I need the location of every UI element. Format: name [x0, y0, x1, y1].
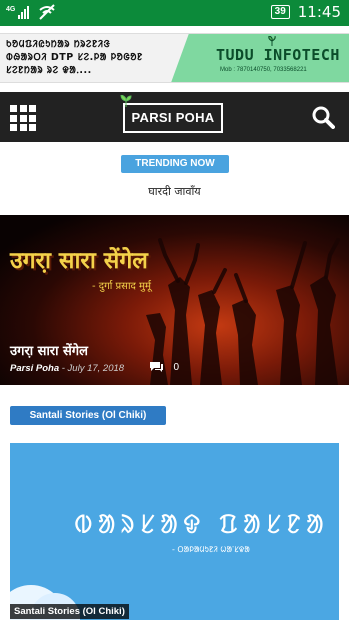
hero-art-title: उगरा़ सारा सेंगेल [10, 248, 148, 274]
trending-headline[interactable]: घारदी जावाँय [0, 184, 349, 199]
comments-count[interactable]: 0 [150, 362, 179, 373]
ad-brand-panel: TUDU INFOTECH Mob : 7870140750, 70335682… [190, 34, 349, 82]
app-logo[interactable]: PARSI POHA [120, 95, 223, 133]
app-bar: PARSI POHA [0, 92, 349, 142]
ad-banner[interactable]: ᱠᱚᱢᱯᱤᱭᱩᱴᱟᱨ ᱴᱨᱮᱱᱤᱝ ᱵᱷᱟᱨᱛᱤ DTP ᱥᱮ.ᱞᱟ ᱞᱚᱜᱚᱱ… [0, 33, 349, 83]
card-art-title: ᱵᱟᱨᱥᱟᱫ ᱯᱟᱥᱱᱟ [74, 510, 329, 540]
menu-grid-icon[interactable] [10, 105, 36, 131]
ad-brand-name: TUDU INFOTECH [216, 46, 340, 64]
status-bar: 4G 39 11:45 [0, 0, 349, 26]
signal-icon: 4G [6, 6, 29, 19]
hero-meta: Parsi Poha - July 17, 2018 [10, 363, 124, 374]
hero-date: - July 17, 2018 [61, 363, 125, 374]
hero-art-author: - दुर्गा प्रसाद मुर्मू [92, 281, 151, 292]
svg-text:4G: 4G [6, 6, 16, 13]
sprout-icon [120, 95, 132, 107]
card-art-author: - ᱛᱟᱞᱟᱢᱩᱱᱤ ᱦᱟᱸᱥᱫᱟ [172, 545, 250, 554]
hero-image [146, 238, 340, 385]
search-icon[interactable] [311, 105, 335, 129]
category-post-card[interactable]: ᱵᱟᱨᱥᱟᱫ ᱯᱟᱥᱱᱟ - ᱛᱟᱞᱟᱢᱩᱱᱤ ᱦᱟᱸᱥᱫᱟ [10, 443, 339, 620]
category-badge[interactable]: Santali Stories (Ol Chiki) [10, 406, 166, 425]
battery-level: 39 [270, 5, 290, 19]
logo-text: PARSI POHA [131, 110, 215, 125]
comment-icon [150, 362, 164, 372]
wifi-off-icon [39, 4, 55, 20]
featured-post[interactable]: उगरा़ सारा सेंगेल - दुर्गा प्रसाद मुर्मू… [0, 215, 349, 385]
leaf-icon [268, 36, 276, 46]
trending-badge: TRENDING NOW [121, 155, 229, 173]
hero-title[interactable]: उगरा़ सारा सेंगेल [10, 341, 88, 359]
card-category-label[interactable]: Santali Stories (Ol Chiki) [10, 604, 129, 619]
ad-text: ᱠᱚᱢᱯᱤᱭᱩᱴᱟᱨ ᱴᱨᱮᱱᱤᱝ ᱵᱷᱟᱨᱛᱤ DTP ᱥᱮ.ᱞᱟ ᱞᱚᱜᱚᱱ… [6, 39, 143, 76]
clock: 11:45 [297, 3, 341, 21]
ad-contact: Mob : 7870140750, 7033568221 [220, 67, 307, 73]
hero-author[interactable]: Parsi Poha [10, 363, 59, 374]
